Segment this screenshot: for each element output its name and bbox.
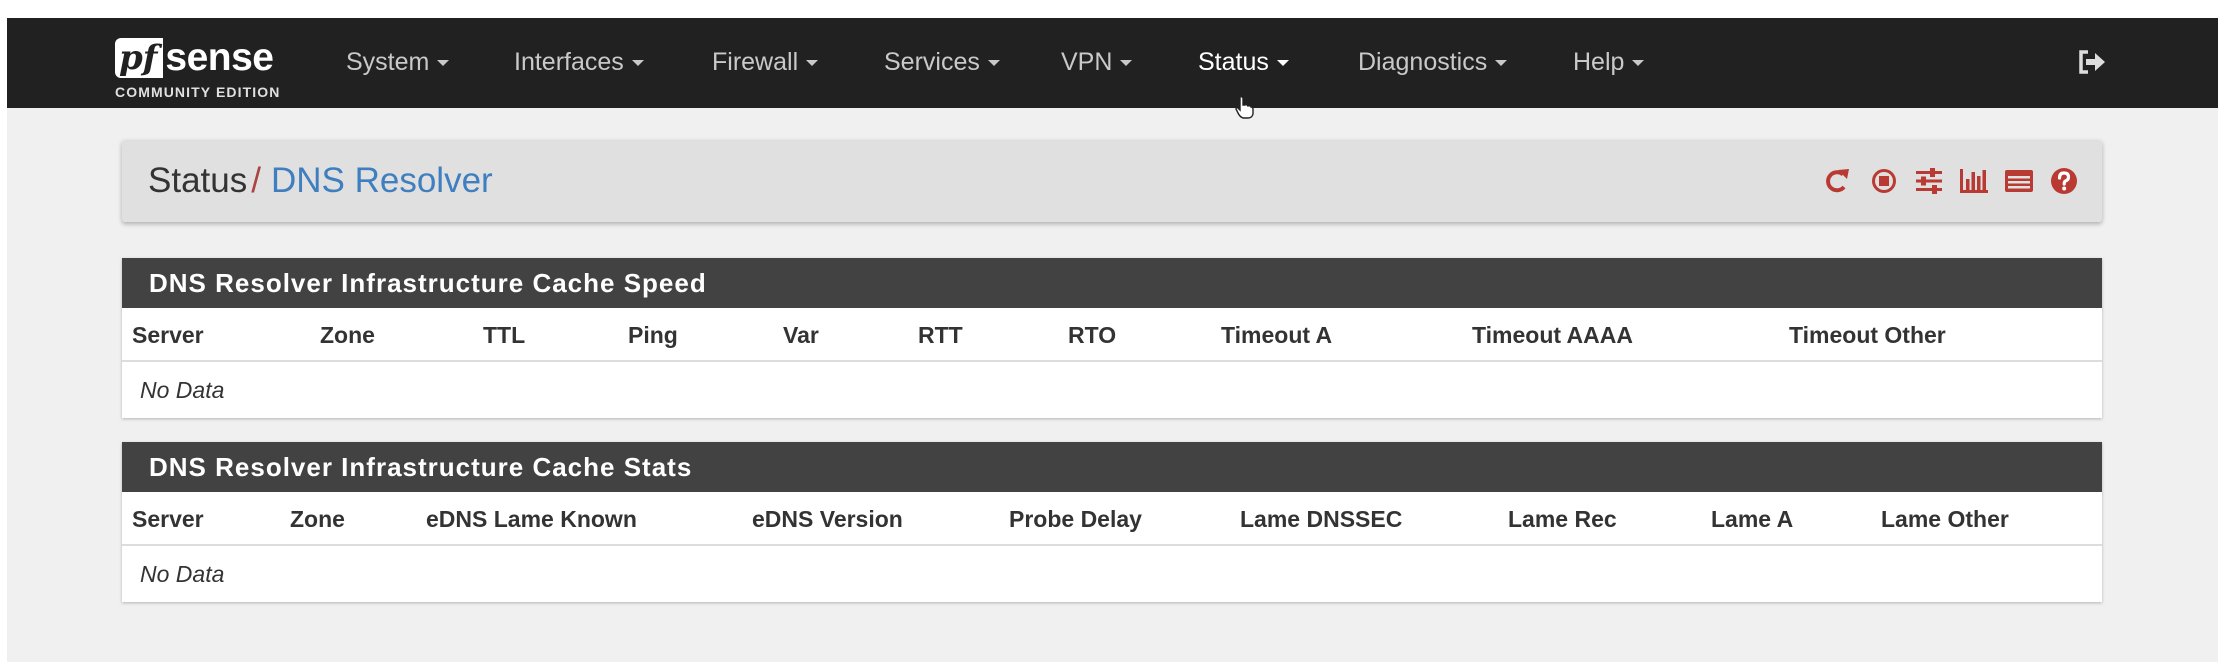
nav-menu-label: Interfaces [514, 48, 624, 76]
column-header[interactable]: Server [132, 492, 204, 546]
no-data-message: No Data [140, 561, 225, 587]
caret-down-icon [1276, 60, 1289, 67]
table-header: Server Zone eDNS Lame Known eDNS Version… [122, 492, 2102, 546]
caret-down-icon [987, 60, 1000, 67]
column-header[interactable]: Lame DNSSEC [1240, 492, 1402, 546]
breadcrumb-page[interactable]: DNS Resolver [271, 161, 493, 200]
panel-title: DNS Resolver Infrastructure Cache Stats [122, 442, 2102, 492]
nav-menu-label: Status [1198, 48, 1269, 76]
column-header[interactable]: Var [783, 308, 819, 362]
nav-menu-label: Help [1573, 48, 1625, 76]
caret-down-icon [1495, 60, 1508, 67]
help-icon[interactable] [2048, 166, 2080, 196]
panel-title: DNS Resolver Infrastructure Cache Speed [122, 258, 2102, 308]
nav-menu-firewall[interactable]: Firewall [712, 47, 819, 77]
caret-down-icon [806, 60, 819, 67]
table-header: Server Zone TTL Ping Var RTT RTO Timeout… [122, 308, 2102, 362]
mouse-pointer-hand-icon [1235, 95, 1254, 119]
nav-menu-label: System [346, 48, 430, 76]
column-header[interactable]: Ping [628, 308, 678, 362]
window-frame-right [2218, 0, 2224, 662]
breadcrumb-section[interactable]: Status [148, 161, 247, 200]
cache-speed-panel: DNS Resolver Infrastructure Cache Speed … [122, 258, 2102, 418]
column-header[interactable]: Lame Other [1881, 492, 2009, 546]
top-navbar: pf sense COMMUNITY EDITION System Interfa… [7, 18, 2218, 108]
nav-menu-diagnostics[interactable]: Diagnostics [1358, 47, 1508, 77]
caret-down-icon [631, 60, 644, 67]
breadcrumb-separator: / [251, 161, 261, 200]
bar-chart-icon[interactable] [1958, 166, 1990, 196]
column-header[interactable]: Zone [320, 308, 375, 362]
column-header[interactable]: Server [132, 308, 204, 362]
no-data-message: No Data [140, 377, 225, 403]
nav-menu-services[interactable]: Services [884, 47, 1000, 77]
column-header[interactable]: RTT [918, 308, 963, 362]
logo-wordmark: pf sense [115, 32, 305, 78]
nav-menu-label: Services [884, 48, 980, 76]
window-frame-top [0, 0, 2224, 18]
window-frame-left [0, 0, 7, 662]
nav-menu-status[interactable]: Status [1198, 47, 1289, 77]
sign-out-icon[interactable] [2077, 48, 2107, 76]
log-list-icon[interactable] [2003, 166, 2035, 196]
table-row: No Data [122, 362, 2102, 418]
nav-menu-vpn[interactable]: VPN [1061, 47, 1133, 77]
column-header[interactable]: Probe Delay [1009, 492, 1142, 546]
cache-stats-panel: DNS Resolver Infrastructure Cache Stats … [122, 442, 2102, 602]
column-header[interactable]: TTL [483, 308, 525, 362]
breadcrumb-actions [1823, 166, 2080, 196]
column-header[interactable]: eDNS Lame Known [426, 492, 637, 546]
column-header[interactable]: eDNS Version [752, 492, 903, 546]
caret-down-icon [437, 60, 450, 67]
nav-menu-label: VPN [1061, 48, 1113, 76]
nav-menu-help[interactable]: Help [1573, 47, 1645, 77]
column-header[interactable]: Lame A [1711, 492, 1793, 546]
restart-service-icon[interactable] [1823, 166, 1855, 196]
logo-sense: sense [165, 36, 274, 79]
column-header[interactable]: Timeout AAAA [1472, 308, 1633, 362]
logo-pf: pf [115, 38, 164, 78]
nav-menu-interfaces[interactable]: Interfaces [514, 47, 644, 77]
column-header[interactable]: Timeout A [1221, 308, 1332, 362]
nav-menu-label: Diagnostics [1358, 48, 1488, 76]
stop-service-icon[interactable] [1868, 166, 1900, 196]
column-header[interactable]: Lame Rec [1508, 492, 1617, 546]
column-header[interactable]: Timeout Other [1789, 308, 1946, 362]
nav-menu-system[interactable]: System [346, 47, 450, 77]
caret-down-icon [1120, 60, 1133, 67]
logo-edition: COMMUNITY EDITION [115, 84, 281, 100]
column-header[interactable]: RTO [1068, 308, 1116, 362]
nav-menu-label: Firewall [712, 48, 799, 76]
settings-sliders-icon[interactable] [1913, 166, 1945, 196]
column-header[interactable]: Zone [290, 492, 345, 546]
breadcrumb: Status / DNS Resolver [148, 160, 493, 202]
breadcrumb-bar: Status / DNS Resolver [122, 140, 2102, 222]
table-row: No Data [122, 546, 2102, 602]
pfsense-logo[interactable]: pf sense COMMUNITY EDITION [115, 32, 305, 102]
caret-down-icon [1632, 60, 1645, 67]
